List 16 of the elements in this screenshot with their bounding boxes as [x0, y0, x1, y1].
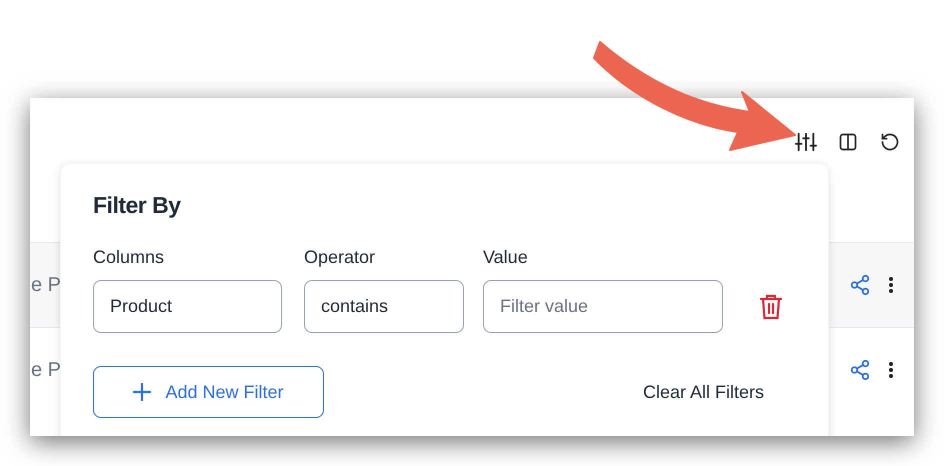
column-field[interactable]: Product: [93, 280, 282, 333]
plus-icon: [133, 383, 152, 401]
value-field[interactable]: Filter value: [483, 280, 723, 333]
field-label: Operator: [304, 246, 376, 269]
delete-icon[interactable]: [759, 293, 783, 321]
share-icon[interactable]: [848, 358, 872, 382]
filter-icon[interactable]: [794, 130, 818, 154]
field-label: Value: [483, 246, 529, 269]
clear-filters-button[interactable]: Clear All Filters: [642, 378, 764, 406]
panel-title: Filter By: [93, 191, 182, 220]
cell-text: e P: [31, 273, 62, 298]
share-icon[interactable]: [848, 273, 872, 297]
add-filter-button[interactable]: Add New Filter: [93, 366, 324, 418]
field-label: Columns: [93, 246, 166, 269]
operator-field[interactable]: contains: [304, 280, 464, 333]
cell-text: e P: [31, 358, 62, 383]
